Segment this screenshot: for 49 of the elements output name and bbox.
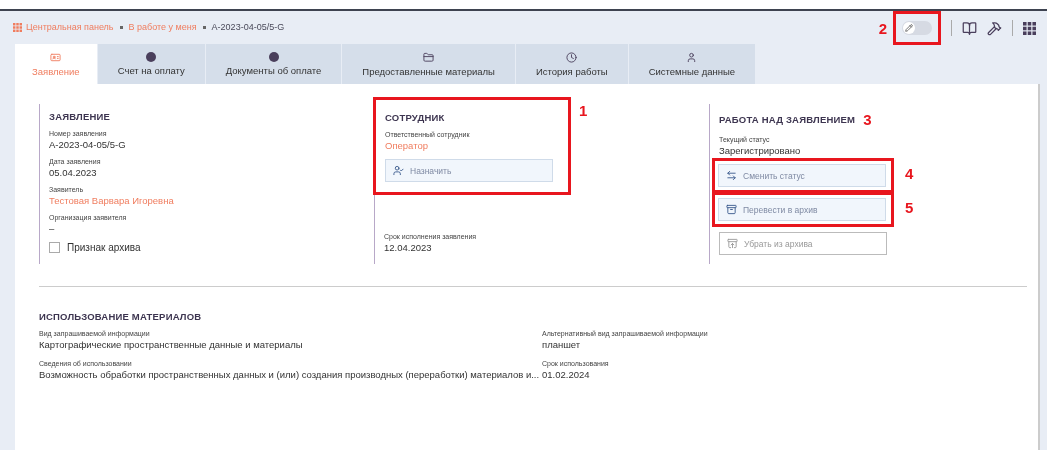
section-title: ИСПОЛЬЗОВАНИЕ МАТЕРИАЛОВ — [39, 311, 202, 322]
field-value: 12.04.2023 — [384, 242, 433, 253]
annotation-number: 1 — [579, 102, 588, 119]
user-check-icon — [393, 165, 404, 176]
coin-icon — [146, 52, 157, 62]
coin-icon — [268, 52, 279, 62]
archive-box-icon — [727, 238, 738, 249]
tab[interactable]: Системные данные — [628, 44, 757, 84]
field-value: Картографические пространственные данные и материалы — [39, 339, 304, 350]
folder-icon — [423, 51, 435, 63]
field-value: 01.02.2024 — [542, 369, 591, 380]
edit-toggle[interactable] — [902, 21, 932, 35]
field-value: Зарегистрировано — [719, 145, 802, 156]
user-icon — [686, 51, 698, 63]
archive-box-icon — [726, 204, 737, 215]
tab[interactable]: История работы — [515, 44, 629, 84]
field-link[interactable]: Оператор — [385, 140, 553, 151]
section-title: СОТРУДНИК — [385, 112, 445, 123]
field-link[interactable]: Тестовая Варвара Игоревна — [49, 195, 366, 206]
book-icon[interactable] — [962, 20, 977, 36]
breadcrumb-current: A-2023-04-05/5-G — [211, 22, 285, 32]
swap-arrows-icon — [726, 170, 737, 181]
annotation-number: 2 — [878, 19, 887, 37]
annotation-number: 4 — [905, 165, 914, 182]
id-card-icon — [50, 51, 62, 63]
section-title: ЗАЯВЛЕНИЕ — [49, 111, 111, 122]
breadcrumb-link[interactable]: В работе у меня — [128, 22, 197, 32]
annotation-number: 5 — [905, 199, 914, 216]
tab[interactable]: Документы об оплате — [205, 44, 343, 84]
apps-grid-icon[interactable] — [1023, 21, 1036, 35]
clock-icon — [566, 51, 578, 63]
tab[interactable]: Заявление — [15, 44, 98, 84]
field-value: – — [49, 223, 56, 234]
hammer-icon[interactable] — [987, 20, 1002, 36]
breadcrumb-link[interactable]: Центральная панель — [26, 22, 114, 32]
archive-checkbox[interactable] — [49, 242, 60, 253]
tab[interactable]: Счет на оплату — [97, 44, 206, 84]
action-button[interactable]: Сменить статус — [718, 164, 886, 187]
field-value: Возможность обработки пространственных данных и (или) создания производных (переработки) материалов и... — [39, 369, 541, 380]
checkbox-label: Признак архива — [67, 242, 141, 253]
field-value: A-2023-04-05/5-G — [49, 139, 127, 150]
action-button[interactable]: Перевести в архив — [718, 198, 886, 221]
tab[interactable]: Предоставленные материалы — [342, 44, 516, 84]
section-title: РАБОТА НАД ЗАЯВЛЕНИЕМ — [719, 114, 856, 125]
pencil-icon — [905, 24, 913, 32]
field-value: 05.04.2023 — [49, 167, 98, 178]
annotation-number: 3 — [863, 111, 872, 128]
action-button[interactable]: Назначить — [385, 159, 553, 182]
field-value: планшет — [542, 339, 582, 350]
